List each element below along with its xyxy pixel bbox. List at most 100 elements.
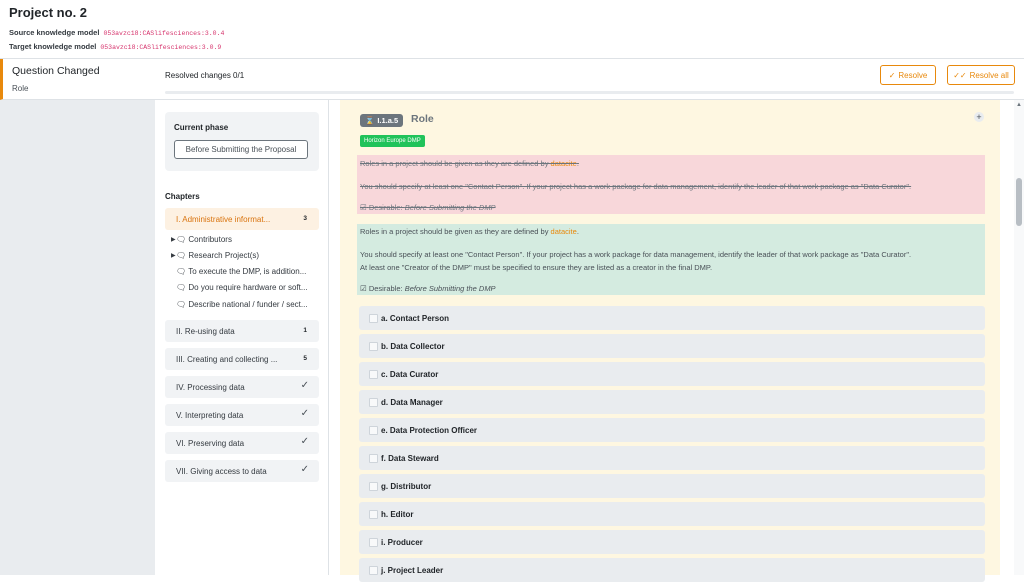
comment-icon: 🗨 (176, 251, 187, 260)
answer-option[interactable]: e. Data Protection Officer (359, 418, 985, 442)
datacite-link[interactable]: datacite (551, 227, 577, 236)
current-phase-label: Current phase (174, 123, 229, 132)
chapter-label: III. Creating and collecting ... (176, 355, 278, 364)
chapter-label: VI. Preserving data (176, 439, 245, 448)
comment-icon: 🗨 (176, 235, 187, 244)
desirable-label: Desirable: (368, 203, 405, 212)
option-label: h. Editor (381, 510, 414, 519)
source-km-row: Source knowledge model 053avzc18:CASlifes… (9, 28, 224, 37)
added-desirable: ☑ Desirable: Before Submitting the DMP (360, 284, 496, 293)
removed-line-1: Roles in a project should be given as th… (360, 159, 579, 168)
change-item-question-changed[interactable]: Question Changed Role (0, 59, 155, 100)
radio-icon (369, 538, 378, 547)
double-check-icon: ✓✓ (953, 70, 967, 80)
option-label: e. Data Protection Officer (381, 426, 478, 435)
checkbox-icon: ☑ (360, 203, 367, 212)
change-item-title: Question Changed (12, 65, 100, 77)
add-icon[interactable]: + (974, 112, 984, 122)
answer-option[interactable]: b. Data Collector (359, 334, 985, 358)
scrollbar-thumb[interactable] (1016, 178, 1022, 226)
question-item[interactable]: 🗨 Describe national / funder / sect... (176, 300, 308, 309)
resolve-label: Resolve (898, 70, 928, 80)
answer-option[interactable]: i. Producer (359, 530, 985, 554)
removed-line-1-end: . (576, 159, 579, 168)
chapters-heading: Chapters (165, 192, 200, 201)
question-item[interactable]: 🗨 To execute the DMP, is addition... (176, 267, 306, 276)
option-label: g. Distributor (381, 482, 432, 491)
resolve-all-button[interactable]: ✓✓ Resolve all (947, 65, 1015, 85)
chapter-item[interactable]: III. Creating and collecting ... 5 (165, 348, 319, 370)
removed-text-block: Roles in a project should be given as th… (357, 155, 985, 214)
answer-option[interactable]: a. Contact Person (359, 306, 985, 330)
question-item[interactable]: ▶ 🗨 Research Project(s) (171, 251, 260, 260)
questionnaire-main: Current phase Before Submitting the Prop… (155, 100, 1024, 582)
radio-icon (369, 482, 378, 491)
answer-option[interactable]: g. Distributor (359, 474, 985, 498)
resolve-bar: Resolved changes 0/1 ✓ Resolve ✓✓ Resolv… (155, 59, 1024, 100)
answer-option[interactable]: f. Data Steward (359, 446, 985, 470)
hourglass-icon: ⌛ (365, 116, 375, 125)
question-label: Do you require hardware or soft... (188, 283, 308, 292)
chapter-item[interactable]: V. Interpreting data ✓ (165, 404, 319, 426)
question-item[interactable]: 🗨 Do you require hardware or soft... (176, 283, 308, 292)
option-label: d. Data Manager (381, 398, 443, 407)
option-label: j. Project Leader (381, 566, 444, 575)
option-label: b. Data Collector (381, 342, 445, 351)
question-label: Research Project(s) (188, 251, 260, 260)
change-item-subtitle: Role (12, 84, 29, 93)
chapter-item[interactable]: II. Re-using data 1 (165, 320, 319, 342)
content-scrollbar[interactable]: ▲ (1014, 100, 1024, 575)
added-line-1-end: . (576, 227, 579, 236)
project-title: Project no. 2 (9, 5, 88, 20)
check-icon: ✓ (888, 70, 896, 80)
answer-option[interactable]: h. Editor (359, 502, 985, 526)
check-icon: ✓ (300, 464, 309, 475)
question-item[interactable]: ▶ 🗨 Contributors (171, 235, 232, 244)
desirable-phase: Before Submitting the DMP (404, 203, 496, 212)
chapter-label: I. Administrative informat... (176, 215, 271, 224)
caret-right-icon: ▶ (171, 237, 176, 243)
answer-option[interactable]: j. Project Leader (359, 558, 985, 582)
chapter-item[interactable]: VI. Preserving data ✓ (165, 432, 319, 454)
radio-icon (369, 370, 378, 379)
check-icon: ✓ (300, 436, 309, 447)
target-km-label: Target knowledge model (9, 42, 97, 51)
question-code-tag: ⌛ I.1.a.5 (360, 114, 404, 127)
option-label: i. Producer (381, 538, 423, 547)
question-label: To execute the DMP, is addition... (188, 267, 307, 276)
question-code: I.1.a.5 (377, 116, 399, 125)
comment-icon: 🗨 (176, 283, 187, 292)
target-km-value: 053avzc18:CASlifesciences:3.0.9 (100, 44, 222, 51)
radio-icon (369, 426, 378, 435)
radio-icon (369, 314, 378, 323)
answer-option[interactable]: c. Data Curator (359, 362, 985, 386)
chapter-item[interactable]: IV. Processing data ✓ (165, 376, 319, 398)
radio-icon (369, 566, 378, 575)
resolve-button[interactable]: ✓ Resolve (880, 65, 936, 85)
check-icon: ✓ (300, 380, 309, 391)
resolved-changes-status: Resolved changes 0/1 (165, 71, 245, 80)
added-line-3: At least one "Creator of the DMP" must b… (360, 263, 713, 272)
added-line-2: You should specify at least one "Contact… (360, 250, 912, 259)
answer-option[interactable]: d. Data Manager (359, 390, 985, 414)
phase-select-button[interactable]: Before Submitting the Proposal (174, 140, 308, 159)
chapter-label: II. Re-using data (176, 327, 235, 336)
chapter-count-badge: 3 (303, 215, 307, 222)
chapter-item[interactable]: VII. Giving access to data ✓ (165, 460, 319, 482)
removed-desirable: ☑ Desirable: Before Submitting the DMP (360, 203, 496, 212)
question-tag-badge: Horizon Europe DMP (360, 135, 425, 147)
radio-icon (369, 510, 378, 519)
source-km-label: Source knowledge model (9, 28, 100, 37)
resolve-all-label: Resolve all (969, 70, 1009, 80)
question-title: Role (411, 113, 434, 125)
chapter-item[interactable]: I. Administrative informat... 3 (165, 208, 319, 230)
target-km-row: Target knowledge model 053avzc18:CASlifes… (9, 42, 221, 51)
scroll-up-icon[interactable]: ▲ (1016, 102, 1022, 108)
option-label: f. Data Steward (381, 454, 439, 463)
questionnaire-sidebar: Current phase Before Submitting the Prop… (155, 100, 329, 575)
datacite-link[interactable]: datacite (551, 159, 577, 168)
question-label: Contributors (188, 235, 232, 244)
added-text-block: Roles in a project should be given as th… (357, 224, 985, 295)
radio-icon (369, 342, 378, 351)
comment-icon: 🗨 (176, 267, 187, 276)
